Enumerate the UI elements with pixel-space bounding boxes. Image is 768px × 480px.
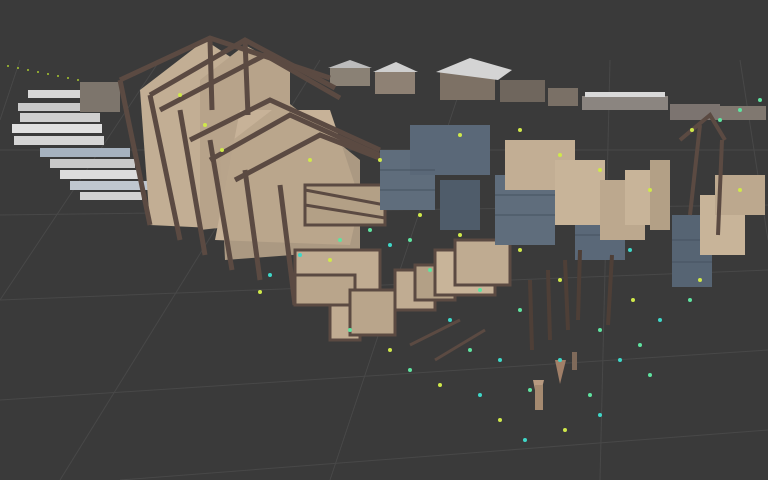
scene-viewport[interactable] (0, 0, 768, 480)
